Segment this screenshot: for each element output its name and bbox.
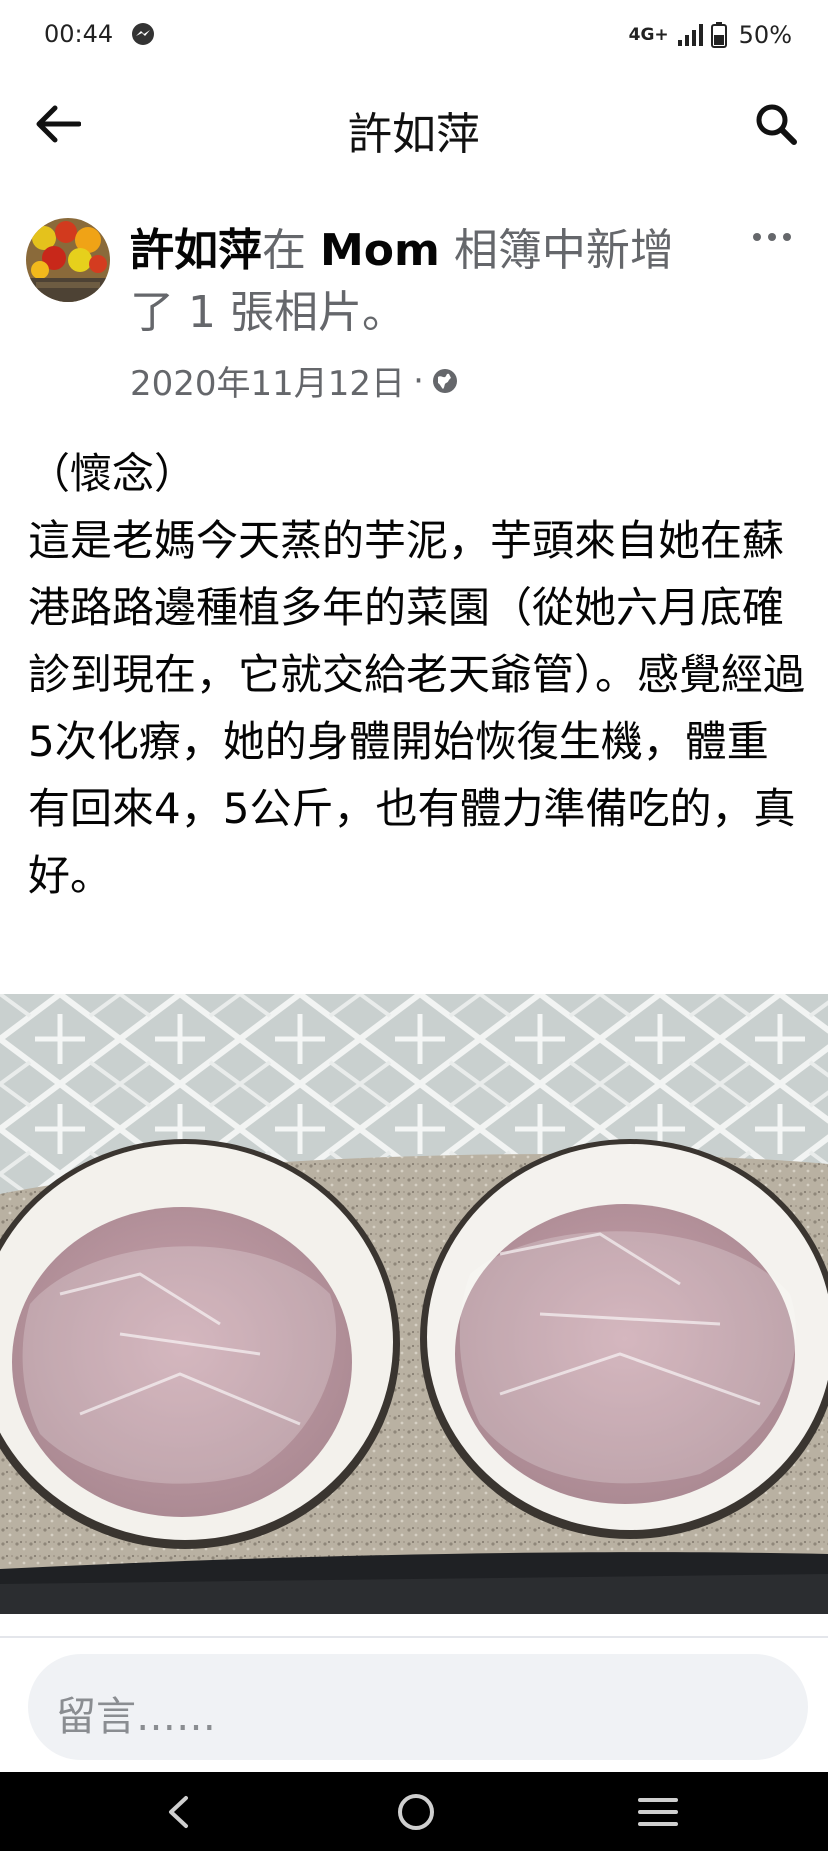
nav-home-icon [398, 1793, 434, 1830]
post-headline: 許如萍在 Mom 相簿中新增了 1 張相片。 [130, 220, 710, 344]
nav-back-icon [169, 1795, 188, 1828]
globe-icon [432, 368, 457, 393]
status-bar: 00:44 4G+ 50% [0, 0, 828, 70]
messenger-icon [132, 23, 154, 45]
comment-placeholder: 留言…… [56, 1694, 216, 1740]
network-type: 4G+ [628, 25, 669, 45]
post-photo[interactable] [0, 994, 828, 1614]
nav-home-button[interactable] [356, 1772, 476, 1851]
action-prefix: 在 [262, 225, 320, 276]
comment-divider [0, 1636, 828, 1638]
system-nav-bar [0, 1772, 828, 1851]
photo-taro-paste-bowls [0, 994, 828, 1614]
page-title: 許如萍 [348, 109, 480, 160]
avatar-image [26, 218, 110, 302]
status-time: 00:44 [44, 20, 114, 48]
nav-recents-button[interactable] [598, 1772, 718, 1851]
battery-icon [710, 22, 727, 48]
status-indicators: 4G+ 50% [629, 20, 792, 50]
top-app-bar: 許如萍 [0, 70, 828, 180]
signal-icon [677, 24, 703, 46]
meta-separator: · [413, 360, 424, 401]
post-body-text: （懷念） 這是老媽今天蒸的芋泥，芋頭來自她在蘇港路路邊種植多年的菜園（從她六月底… [28, 449, 806, 900]
author-avatar[interactable] [26, 218, 110, 302]
post-meta: 2020年11月12日 · [130, 356, 458, 405]
more-options-button[interactable] [744, 222, 800, 252]
battery-percentage: 50% [738, 21, 792, 49]
search-icon [756, 104, 797, 145]
post-date[interactable]: 2020年11月12日 [130, 356, 405, 405]
album-link[interactable]: Mom [320, 225, 440, 276]
comment-input[interactable]: 留言…… [28, 1654, 808, 1760]
author-name[interactable]: 許如萍 [130, 225, 262, 276]
more-icon [753, 233, 791, 241]
search-button[interactable] [746, 94, 806, 154]
nav-recents-icon [638, 1797, 678, 1826]
nav-back-button[interactable] [118, 1772, 238, 1851]
